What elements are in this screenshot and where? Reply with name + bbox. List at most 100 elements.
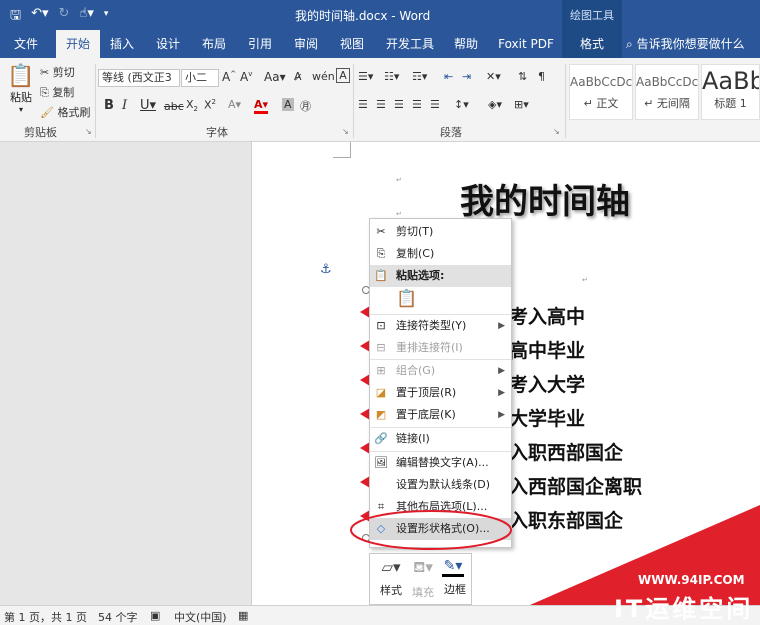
ribbon-tabs: 文件 开始 插入 设计 布局 引用 审阅 视图 开发工具 帮助 Foxit PD… xyxy=(0,30,760,58)
style-no-spacing[interactable]: AaBbCcDc ↵ 无间隔 xyxy=(635,64,699,120)
tab-file[interactable]: 文件 xyxy=(4,30,48,58)
submenu-arrow-icon: ▶ xyxy=(498,410,505,420)
format-painter-button[interactable]: 🖌 格式刷 xyxy=(40,104,90,120)
asian-layout-button[interactable]: ✕▾ xyxy=(486,70,501,83)
style-normal[interactable]: AaBbCcDc ↵ 正文 xyxy=(569,64,633,120)
cut-button[interactable]: ✂ 剪切 xyxy=(40,64,75,80)
customize-qat-icon[interactable]: ▾ xyxy=(104,6,109,28)
undo-icon[interactable]: ↶▾ xyxy=(31,6,48,28)
tab-insert[interactable]: 插入 xyxy=(102,30,142,58)
redo-icon[interactable]: ↻ xyxy=(59,6,70,28)
tab-foxit-pdf[interactable]: Foxit PDF xyxy=(494,30,558,58)
underline-button[interactable]: U▾ xyxy=(140,98,156,113)
paste-keep-format-icon[interactable]: 📋 xyxy=(396,289,417,311)
page-count[interactable]: 第 1 页，共 1 页 xyxy=(4,609,87,625)
tell-me-box[interactable]: ⌕ 告诉我你想要做什么 xyxy=(626,30,760,58)
dialog-launcher-icon[interactable]: ↘ xyxy=(342,127,349,136)
superscript-button[interactable]: X2 xyxy=(204,98,216,112)
align-right-button[interactable]: ☰ xyxy=(394,98,404,111)
tab-review[interactable]: 审阅 xyxy=(286,30,326,58)
group-icon: ⊞ xyxy=(376,364,386,377)
menu-item-link[interactable]: 🔗 链接(I) xyxy=(370,428,511,450)
distributed-button[interactable]: ☰ xyxy=(430,98,440,111)
tab-layout[interactable]: 布局 xyxy=(194,30,234,58)
tab-design[interactable]: 设计 xyxy=(148,30,188,58)
tab-developer[interactable]: 开发工具 xyxy=(380,30,440,58)
align-center-button[interactable]: ☰ xyxy=(376,98,386,111)
phonetic-guide-button[interactable]: wén xyxy=(312,70,335,83)
timeline-item: 大学毕业 xyxy=(509,408,586,430)
justify-button[interactable]: ☰ xyxy=(412,98,422,111)
menu-item-copy[interactable]: ⎘ 复制(C) xyxy=(370,243,511,265)
menu-item-bring-to-front[interactable]: ◪ 置于顶层(R) ▶ xyxy=(370,382,511,404)
tab-references[interactable]: 引用 xyxy=(240,30,280,58)
char-shading-button[interactable]: A xyxy=(282,98,294,111)
menu-item-group[interactable]: ⊞ 组合(G) ▶ xyxy=(370,360,511,382)
subscript-button[interactable]: X2 xyxy=(186,98,198,113)
numbering-button[interactable]: ☷▾ xyxy=(384,70,399,83)
alt-text-icon: 🖼 xyxy=(374,456,388,469)
enclose-char-button[interactable]: ㊊ xyxy=(300,98,311,114)
change-case-button[interactable]: Aa▾ xyxy=(264,70,286,84)
shape-style-button[interactable]: ▱▾ 样式 xyxy=(376,558,406,598)
copy-button[interactable]: ⎘ 复制 xyxy=(40,84,74,100)
word-count[interactable]: 54 个字 xyxy=(98,609,138,625)
clear-format-button[interactable]: A̷ xyxy=(294,70,302,83)
menu-item-edit-alt-text[interactable]: 🖼 编辑替换文字(A)... xyxy=(370,452,511,474)
timeline-item: 入职西部国企 xyxy=(509,442,624,464)
sort-button[interactable]: ⇅ xyxy=(518,70,527,83)
style-heading-1[interactable]: AaBb 标题 1 xyxy=(701,64,760,120)
menu-item-connector-type[interactable]: ⊡ 连接符类型(Y) ▶ xyxy=(370,315,511,337)
watermark-url: WWW.94IP.COM xyxy=(638,573,745,587)
show-marks-button[interactable]: ¶ xyxy=(538,70,545,83)
proofing-icon[interactable]: ▣ xyxy=(150,609,160,622)
menu-item-set-default-line[interactable]: 设置为默认线条(D) xyxy=(370,474,511,496)
text-effect-button[interactable]: A▾ xyxy=(228,98,241,111)
tab-view[interactable]: 视图 xyxy=(332,30,372,58)
shape-fill-button[interactable]: ⛾▾ 填充 xyxy=(408,558,438,600)
align-left-button[interactable]: ☰ xyxy=(358,98,368,111)
menu-item-reroute-connectors[interactable]: ⊟ 重排连接符(I) xyxy=(370,337,511,359)
borders-button[interactable]: ⊞▾ xyxy=(514,98,529,111)
italic-button[interactable]: I xyxy=(122,98,127,113)
increase-indent-button[interactable]: ⇥ xyxy=(462,70,471,83)
strikethrough-button[interactable]: abc xyxy=(164,100,184,113)
font-color-button[interactable]: A▾ xyxy=(254,98,269,114)
font-size-dropdown[interactable]: 小二 xyxy=(181,69,219,87)
paste-button[interactable]: 📋 粘贴 ▾ xyxy=(6,64,36,114)
menu-item-cut[interactable]: ✂ 剪切(T) xyxy=(370,221,511,243)
highlight-ellipse xyxy=(350,510,512,550)
divider xyxy=(353,64,354,138)
link-icon: 🔗 xyxy=(374,432,388,445)
reroute-icon: ⊟ xyxy=(376,341,386,354)
window-title: 我的时间轴.docx - Word xyxy=(295,9,431,23)
bold-button[interactable]: B xyxy=(104,98,114,113)
submenu-arrow-icon: ▶ xyxy=(498,366,505,376)
decrease-indent-button[interactable]: ⇤ xyxy=(444,70,453,83)
line-spacing-button[interactable]: ↕▾ xyxy=(454,98,469,111)
dialog-launcher-icon[interactable]: ↘ xyxy=(553,127,560,136)
font-name-dropdown[interactable]: 等线 (西文正3 xyxy=(98,69,180,87)
char-border-button[interactable]: A xyxy=(336,68,350,83)
bullets-button[interactable]: ☰▾ xyxy=(358,70,373,83)
shrink-font-button[interactable]: Av xyxy=(240,70,252,84)
paragraph-mark: ↵ xyxy=(396,176,402,184)
tab-help[interactable]: 帮助 xyxy=(446,30,486,58)
paint-bucket-icon: ⛾▾ xyxy=(413,558,433,576)
shape-outline-button[interactable]: ✎▾ 边框 xyxy=(440,558,470,597)
save-icon[interactable]: 🖫 xyxy=(10,6,21,28)
scissors-icon: ✂ xyxy=(376,225,386,238)
tab-home[interactable]: 开始 xyxy=(56,30,100,58)
connector-icon: ⊡ xyxy=(376,319,386,332)
bring-front-icon: ◪ xyxy=(375,386,387,399)
grow-font-button[interactable]: A^ xyxy=(222,70,236,84)
language-indicator[interactable]: 中文(中国) xyxy=(174,609,227,625)
document-heading: 我的时间轴 xyxy=(460,182,630,222)
tab-format[interactable]: 格式 xyxy=(562,30,622,58)
shading-button[interactable]: ◈▾ xyxy=(488,98,502,111)
dialog-launcher-icon[interactable]: ↘ xyxy=(85,127,92,136)
multilevel-list-button[interactable]: ☶▾ xyxy=(412,70,427,83)
menu-item-send-to-back[interactable]: ◩ 置于底层(K) ▶ xyxy=(370,404,511,426)
touch-mode-icon[interactable]: ☝▾ xyxy=(79,6,93,28)
macro-record-icon[interactable]: ▦ xyxy=(238,609,248,622)
